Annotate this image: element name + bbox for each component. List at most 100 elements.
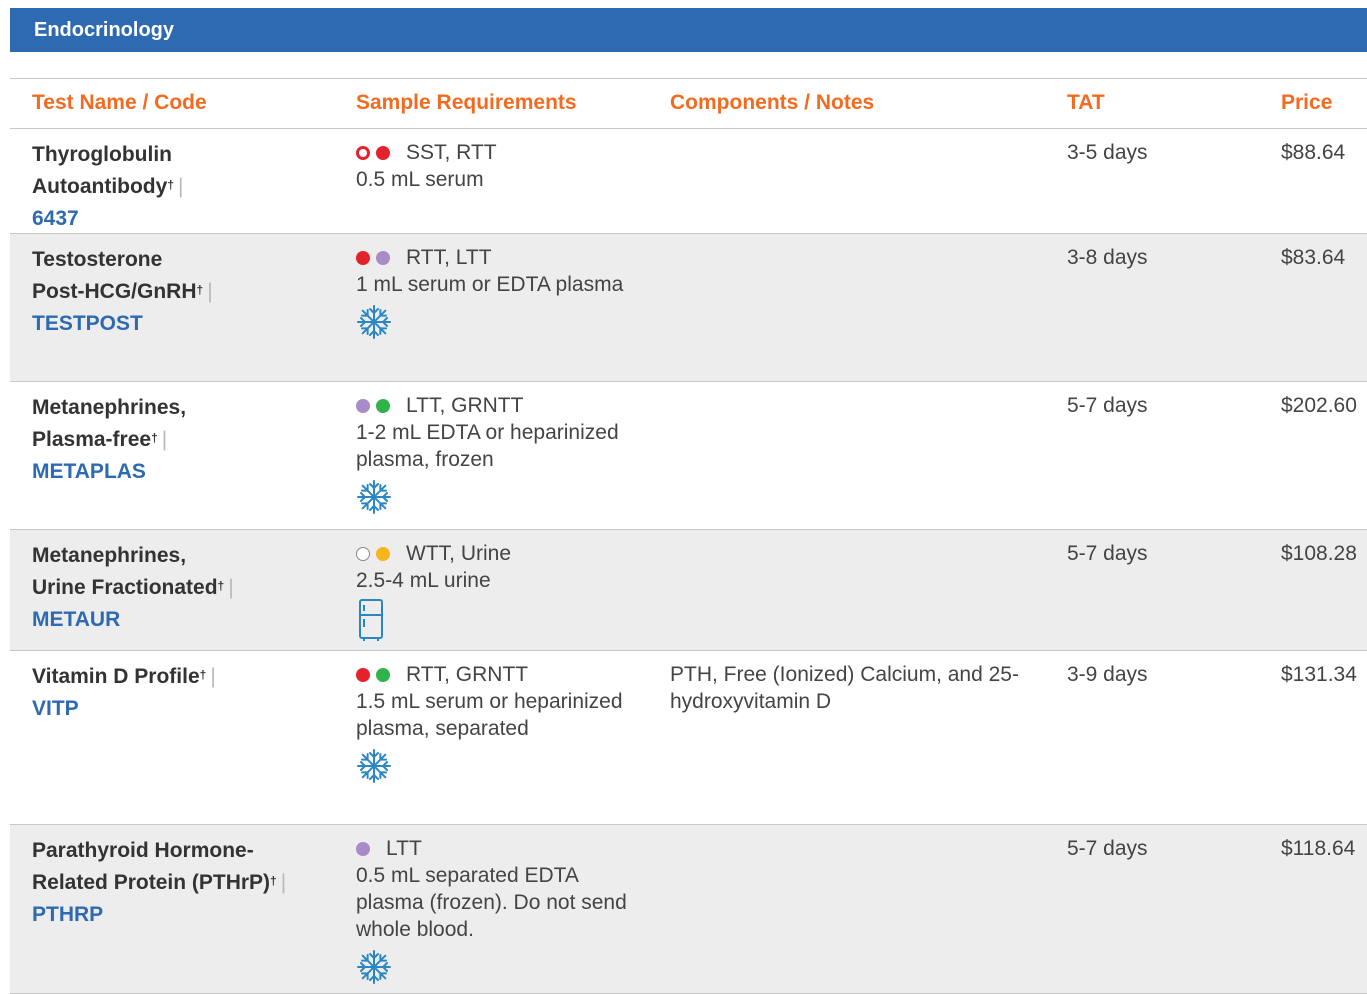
tube-label: LTT, GRNTT: [406, 394, 524, 417]
dagger-mark: †: [217, 579, 225, 593]
sample-requirements-cell: LTT, GRNTT 1-2 mL EDTA or heparinized pla…: [356, 392, 656, 515]
tube-line: RTT, LTT: [356, 244, 656, 271]
tube-label: RTT, GRNTT: [406, 663, 529, 686]
header-price: Price: [1281, 91, 1333, 114]
dagger-mark: †: [199, 668, 207, 682]
tube-line: RTT, GRNTT: [356, 661, 656, 688]
tube-label: SST, RTT: [406, 141, 497, 164]
sample-detail: 1.5 mL serum or heparinized plasma, sepa…: [356, 690, 623, 740]
snowflake-icon: [357, 305, 391, 339]
tube-color-dots: [356, 145, 396, 160]
sample-requirements-cell: LTT 0.5 mL separated EDTA plasma (frozen)…: [356, 835, 656, 985]
separator-pipe: |: [280, 871, 287, 894]
price-cell: $131.34: [1281, 663, 1357, 686]
snowflake-icon: [357, 950, 391, 984]
test-name: Vitamin D Profile† | VITP: [32, 661, 332, 725]
test-name-cell: Metanephrines, Plasma-free† | METAPLAS: [32, 392, 332, 488]
separator-pipe: |: [210, 665, 216, 688]
test-name-line: Testosterone: [32, 248, 163, 271]
test-name: Thyroglobulin Autoantibody† | 6437: [32, 139, 332, 235]
tube-dot-green: [376, 667, 390, 682]
table-row: Vitamin D Profile† | VITP RTT, GRNTT 1.5 mL …: [10, 651, 1367, 825]
test-name-line: Metanephrines,: [32, 396, 187, 419]
table-row: Metanephrines, Urine Fractionated† | METAUR…: [10, 530, 1367, 651]
separator-pipe: |: [178, 175, 184, 198]
sample-detail: 1-2 mL EDTA or heparinized plasma, froze…: [356, 421, 619, 471]
test-table: Test Name / Code Sample Requirements Com…: [10, 78, 1367, 994]
table-row: Testosterone Post-HCG/GnRH† | TESTPOST RTT, …: [10, 234, 1367, 382]
components-notes-cell: PTH, Free (Ionized) Calcium, and 25-hydr…: [670, 663, 1019, 713]
test-code-link[interactable]: METAUR: [32, 604, 332, 636]
tat-cell: 5-7 days: [1067, 837, 1148, 860]
tube-color-dots: [356, 841, 376, 856]
separator-pipe: |: [161, 428, 168, 451]
sample-detail: 2.5-4 mL urine: [356, 569, 491, 592]
price-cell: $83.64: [1281, 246, 1346, 269]
tat-cell: 3-9 days: [1067, 663, 1148, 686]
test-code-link[interactable]: METAPLAS: [32, 456, 332, 488]
tube-color-dots: [356, 546, 396, 561]
sample-requirements-cell: SST, RTT 0.5 mL serum: [356, 139, 656, 193]
test-code-link[interactable]: VITP: [32, 693, 332, 725]
test-name-line: Metanephrines,: [32, 544, 187, 567]
test-name-line: Post-HCG/GnRH: [32, 280, 197, 303]
tube-line: WTT, Urine: [356, 540, 656, 567]
test-name-line: Plasma-free: [32, 428, 152, 451]
sample-requirements-cell: RTT, GRNTT 1.5 mL serum or heparinized pl…: [356, 661, 656, 784]
price-cell: $118.64: [1281, 837, 1356, 860]
test-name-cell: Vitamin D Profile† | VITP: [32, 661, 332, 725]
tube-label: RTT, LTT: [406, 246, 492, 269]
tat-cell: 3-5 days: [1067, 141, 1148, 164]
price-cell: $202.60: [1281, 394, 1357, 417]
tube-dot-white-outline: [356, 546, 370, 561]
test-name-line: Parathyroid Hormone-: [32, 839, 254, 862]
tat-cell: 3-8 days: [1067, 246, 1148, 269]
test-name-line: Vitamin D Profile: [32, 665, 200, 688]
test-name: Testosterone Post-HCG/GnRH† | TESTPOST: [32, 244, 332, 340]
section-header: Endocrinology: [10, 8, 1367, 52]
snowflake-icon: [357, 749, 391, 783]
sample-requirements-cell: WTT, Urine 2.5-4 mL urine: [356, 540, 656, 642]
test-name-cell: Thyroglobulin Autoantibody† | 6437: [32, 139, 332, 235]
test-name-cell: Metanephrines, Urine Fractionated† | METAUR: [32, 540, 332, 636]
price-cell: $88.64: [1281, 141, 1346, 164]
header-sample-requirements: Sample Requirements: [356, 91, 577, 114]
test-name-cell: Parathyroid Hormone- Related Protein (PTH…: [32, 835, 332, 931]
table-row: Thyroglobulin Autoantibody† | 6437 SST, RTT 0…: [10, 129, 1367, 234]
tube-color-dots: [356, 667, 396, 682]
tube-dot-yellow: [376, 546, 390, 561]
tube-dot-lavender: [376, 250, 390, 265]
tube-dot-red: [356, 667, 370, 682]
test-code-link[interactable]: 6437: [32, 203, 332, 235]
test-name: Metanephrines, Urine Fractionated† | METAUR: [32, 540, 332, 636]
dagger-mark: †: [196, 283, 204, 297]
test-name-cell: Testosterone Post-HCG/GnRH† | TESTPOST: [32, 244, 332, 340]
tube-dot-sst-red-outline: [356, 145, 370, 160]
dagger-mark: †: [151, 431, 158, 445]
separator-pipe: |: [228, 576, 234, 599]
test-code-link[interactable]: PTHRP: [32, 899, 332, 931]
sample-detail: 0.5 mL serum: [356, 168, 484, 191]
table-row: Metanephrines, Plasma-free† | METAPLAS LTT, …: [10, 382, 1367, 530]
snowflake-icon: [357, 480, 391, 514]
dagger-mark: †: [270, 874, 277, 888]
section-title: Endocrinology: [34, 19, 174, 41]
test-name-line: Autoantibody: [32, 175, 168, 198]
price-cell: $108.28: [1281, 542, 1357, 565]
tube-line: LTT: [356, 835, 656, 862]
tube-dot-lavender: [356, 398, 370, 413]
tube-dot-red: [376, 145, 390, 160]
sample-requirements-cell: RTT, LTT 1 mL serum or EDTA plasma: [356, 244, 656, 340]
test-code-link[interactable]: TESTPOST: [32, 308, 332, 340]
tat-cell: 5-7 days: [1067, 394, 1148, 417]
sample-detail: 0.5 mL separated EDTA plasma (frozen). D…: [356, 864, 627, 941]
tube-label: LTT: [386, 837, 422, 860]
tube-dot-red: [356, 250, 370, 265]
tube-dot-lavender: [356, 841, 370, 856]
table-header-row: Test Name / Code Sample Requirements Com…: [10, 79, 1367, 129]
header-test-name: Test Name / Code: [32, 91, 207, 114]
tube-color-dots: [356, 398, 396, 413]
tube-line: SST, RTT: [356, 139, 656, 166]
tube-label: WTT, Urine: [406, 542, 511, 565]
sample-detail: 1 mL serum or EDTA plasma: [356, 273, 624, 296]
